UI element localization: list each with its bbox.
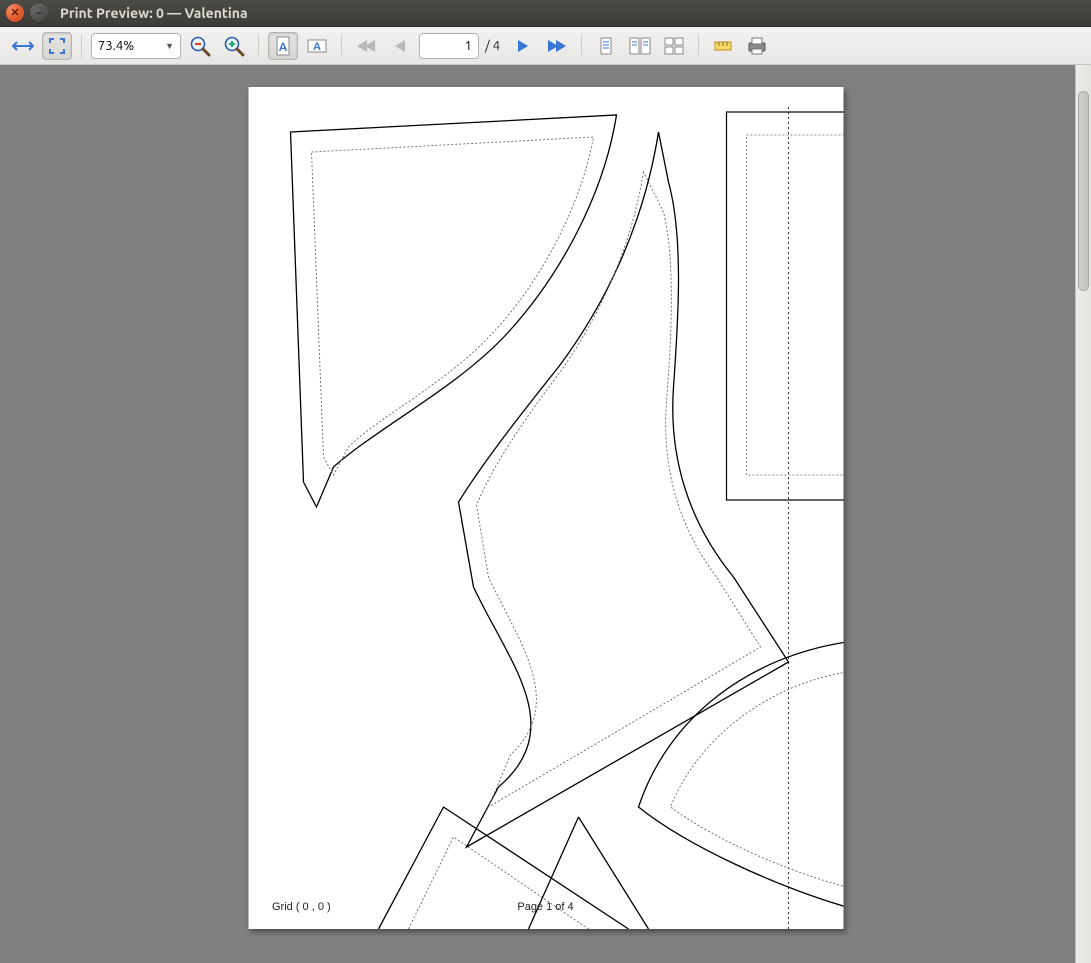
page-number-label: Page 1 of 4 <box>248 901 843 913</box>
toolbar-separator <box>341 34 342 58</box>
fit-width-button[interactable] <box>8 32 38 60</box>
ruler-icon <box>713 36 733 56</box>
next-page-button[interactable] <box>508 32 538 60</box>
svg-text:A: A <box>279 41 288 54</box>
all-pages-icon <box>663 36 685 56</box>
page-footer: Grid ( 0 , 0 ) Page 1 of 4 <box>248 901 843 913</box>
zoom-out-button[interactable] <box>185 32 215 60</box>
all-pages-view-button[interactable] <box>659 32 689 60</box>
portrait-icon: A <box>274 35 292 57</box>
window-title: Print Preview: 0 — Valentina <box>60 5 248 21</box>
fit-width-icon <box>12 37 34 55</box>
prev-page-icon <box>391 37 409 55</box>
toolbar-separator <box>258 34 259 58</box>
single-page-icon <box>597 36 615 56</box>
facing-pages-icon <box>628 36 652 56</box>
last-page-icon <box>546 37 568 55</box>
toolbar-separator <box>81 34 82 58</box>
single-page-view-button[interactable] <box>591 32 621 60</box>
zoom-out-icon <box>189 35 211 57</box>
print-button[interactable] <box>742 32 772 60</box>
preview-page: Grid ( 0 , 0 ) Page 1 of 4 <box>248 87 843 929</box>
zoom-value: 73.4% <box>98 39 134 53</box>
facing-pages-view-button[interactable] <box>625 32 655 60</box>
preview-viewport[interactable]: Grid ( 0 , 0 ) Page 1 of 4 <box>0 65 1091 963</box>
landscape-icon: A <box>306 37 328 55</box>
first-page-button <box>351 32 381 60</box>
zoom-in-icon <box>223 35 245 57</box>
next-page-icon <box>514 37 532 55</box>
toolbar-separator <box>698 34 699 58</box>
pattern-drawing <box>248 87 843 929</box>
portrait-button[interactable]: A <box>268 32 298 60</box>
close-icon[interactable]: ✕ <box>6 4 24 22</box>
first-page-icon <box>355 37 377 55</box>
window-titlebar: ✕ – Print Preview: 0 — Valentina <box>0 0 1091 27</box>
scrollbar-thumb[interactable] <box>1078 91 1089 291</box>
page-total-label: / 4 <box>485 39 500 53</box>
svg-text:A: A <box>313 41 321 53</box>
last-page-button[interactable] <box>542 32 572 60</box>
printer-icon <box>746 36 768 56</box>
zoom-combo[interactable]: 73.4% ▼ <box>91 33 181 59</box>
fit-page-button[interactable] <box>42 32 72 60</box>
prev-page-button <box>385 32 415 60</box>
print-preview-toolbar: 73.4% ▼ A A <box>0 27 1091 65</box>
chevron-down-icon: ▼ <box>165 41 174 51</box>
fit-page-icon <box>47 36 67 56</box>
page-number-input[interactable] <box>419 33 479 59</box>
page-setup-button[interactable] <box>708 32 738 60</box>
vertical-scrollbar[interactable] <box>1075 65 1091 963</box>
landscape-button[interactable]: A <box>302 32 332 60</box>
toolbar-separator <box>581 34 582 58</box>
zoom-in-button[interactable] <box>219 32 249 60</box>
minimize-icon[interactable]: – <box>30 4 48 22</box>
